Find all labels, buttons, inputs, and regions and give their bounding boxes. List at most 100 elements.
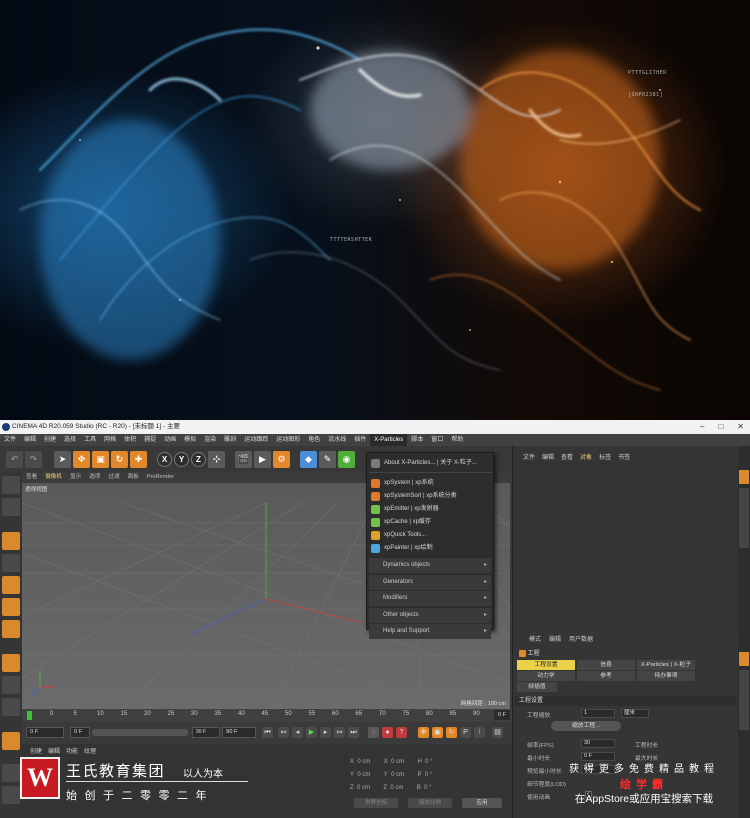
apply-button[interactable]: 应用 [462,798,502,808]
key-pla-icon[interactable]: ⁝ [474,727,485,738]
world-coordinates-dropdown[interactable]: 世界坐标 [354,798,398,808]
x-particles-menu-item[interactable]: xpEmitter | xp发射器 [367,502,495,516]
menu-item[interactable]: 窗口 [427,434,447,446]
attribute-menu-item[interactable]: 模式 [529,634,541,643]
content-browser-tab[interactable] [739,488,749,548]
magnet-icon[interactable] [2,732,20,750]
x-particles-menu-item[interactable]: xpCache | xp缓存 [367,515,495,529]
menu-item[interactable]: 捕捉 [140,434,160,446]
previous-key-icon[interactable]: ↤ [278,727,289,738]
material-menu-item[interactable]: 功能 [66,746,78,755]
timeline-ruler[interactable]: 0 5 10 15 20 25 30 35 40 45 50 55 60 65 70 75 80 85 90 0 F [22,709,512,722]
next-key-icon[interactable]: ↦ [334,727,345,738]
viewport-menu-item[interactable]: 过滤 [104,472,123,483]
autokey-icon[interactable]: ? [396,727,407,738]
x-particles-menu-item[interactable]: xpSystem | xp系统 [367,476,495,490]
object-list[interactable] [513,462,739,630]
object-menu-item[interactable]: 编辑 [542,452,554,461]
playhead-marker[interactable] [27,711,32,720]
material-menu-item[interactable]: 创建 [30,746,42,755]
project-scale-unit-dropdown[interactable]: 厘米 [621,709,649,718]
x-particles-menu-item[interactable]: xpQuick Tools... [367,528,495,542]
attribute-menu-item[interactable]: 用户数据 [569,634,593,643]
texture-mode-icon[interactable] [2,532,20,550]
points-mode-icon[interactable] [2,576,20,594]
x-particles-submenu[interactable]: Help and Support ▸ [369,624,491,639]
next-frame-icon[interactable]: ▸ [320,727,331,738]
key-scale-icon[interactable]: ▣ [432,727,443,738]
axis-x-lock-icon[interactable]: X [157,451,172,467]
undo-icon[interactable]: ↶ [6,450,23,468]
menu-item[interactable]: 渲染 [200,434,220,446]
timeline-window-icon[interactable]: ▤ [492,727,503,738]
tab-info[interactable]: 信息 [577,660,635,670]
scale-tool-icon[interactable]: ▣ [92,450,109,468]
x-particles-submenu[interactable]: Generators ▸ [369,574,491,590]
object-menu-item[interactable]: 查看 [561,452,573,461]
menu-item[interactable]: 创建 [40,434,60,446]
render-settings-icon[interactable]: ⚙ [273,450,290,468]
scale-mode-dropdown[interactable]: 缩放比例 [408,798,452,808]
edges-mode-icon[interactable] [2,598,20,616]
axis-z-lock-icon[interactable]: Z [191,451,206,467]
attributes-tab[interactable] [739,652,749,666]
polygons-mode-icon[interactable] [2,620,20,638]
maximize-button[interactable]: □ [718,420,723,434]
viewport-menu-item[interactable]: 摄像机 [41,472,66,483]
key-param-icon[interactable]: P [460,727,471,738]
render-view-icon[interactable]: 🎬 [235,450,252,468]
x-particles-menu-item[interactable]: xpSystemSort | xp系统分类 [367,489,495,503]
tab-x-particles[interactable]: X-Particles | X-粒子 [637,660,695,670]
menu-item[interactable]: 帮助 [447,434,467,446]
tab-project-settings[interactable]: 工程设置 [517,660,575,670]
project-scale-input[interactable]: 1 [581,709,615,718]
key-position-icon[interactable]: ✥ [418,727,429,738]
material-menu-item[interactable]: 纹理 [84,746,96,755]
menu-item[interactable]: 动画 [160,434,180,446]
menu-item[interactable]: 脚本 [407,434,427,446]
material-menu-item[interactable]: 编辑 [48,746,60,755]
viewport-menu-item[interactable]: 显示 [66,472,85,483]
viewport-menu-item[interactable]: 面板 [124,472,143,483]
scale-project-button[interactable]: 缩放工程... [551,721,621,731]
attribute-menu-item[interactable]: 编辑 [549,634,561,643]
select-arrow-icon[interactable]: ➤ [54,450,71,468]
x-particles-submenu[interactable]: Other objects ▸ [369,607,491,623]
previous-frame-icon[interactable]: ◂ [292,727,303,738]
viewport-menu-item[interactable]: ProRender [143,472,178,483]
objects-tab[interactable] [739,470,749,484]
snap-icon[interactable] [2,698,20,716]
tab-frame-interpolation[interactable]: 帧插值 [517,682,557,692]
menu-item[interactable]: 体积 [120,434,140,446]
minimize-button[interactable]: – [700,420,704,434]
redo-icon[interactable]: ↷ [25,450,42,468]
menu-item[interactable]: 编辑 [20,434,40,446]
move-tool-icon[interactable]: ✥ [73,450,90,468]
coordinate-system-icon[interactable]: ⊹ [208,450,225,468]
go-to-end-icon[interactable]: ⏭ [348,727,359,738]
menu-item[interactable]: X-Particles [370,434,408,446]
menu-item[interactable]: 角色 [304,434,324,446]
tweak-mode-icon[interactable] [2,676,20,694]
object-menu-item[interactable]: 标签 [599,452,611,461]
go-to-start-icon[interactable]: ⏮ [262,727,273,738]
axis-mode-icon[interactable] [2,654,20,672]
pen-spline-icon[interactable]: ✎ [319,450,336,468]
preview-range-slider[interactable] [92,729,188,736]
viewport-menu-item[interactable]: 查看 [22,472,41,483]
menu-item[interactable]: 插件 [350,434,370,446]
menu-item[interactable]: 运动跟踪 [240,434,272,446]
start-frame-field[interactable]: 0 F [26,727,64,738]
rotate-tool-icon[interactable]: ↻ [111,450,128,468]
add-tool-icon[interactable]: ✚ [130,450,147,468]
menu-item[interactable]: 选择 [60,434,80,446]
key-rotation-icon[interactable]: ↻ [446,727,457,738]
record-keys-icon[interactable]: ◌ [368,727,379,738]
model-mode-icon[interactable] [2,498,20,516]
menu-item[interactable]: 模拟 [180,434,200,446]
menu-item[interactable]: 雕刻 [220,434,240,446]
tab-reference[interactable]: 参考 [577,671,635,681]
x-particles-submenu[interactable]: Dynamics objects ▸ [369,558,491,573]
layers-icon[interactable] [2,764,20,782]
object-menu-item[interactable]: 文件 [523,452,535,461]
